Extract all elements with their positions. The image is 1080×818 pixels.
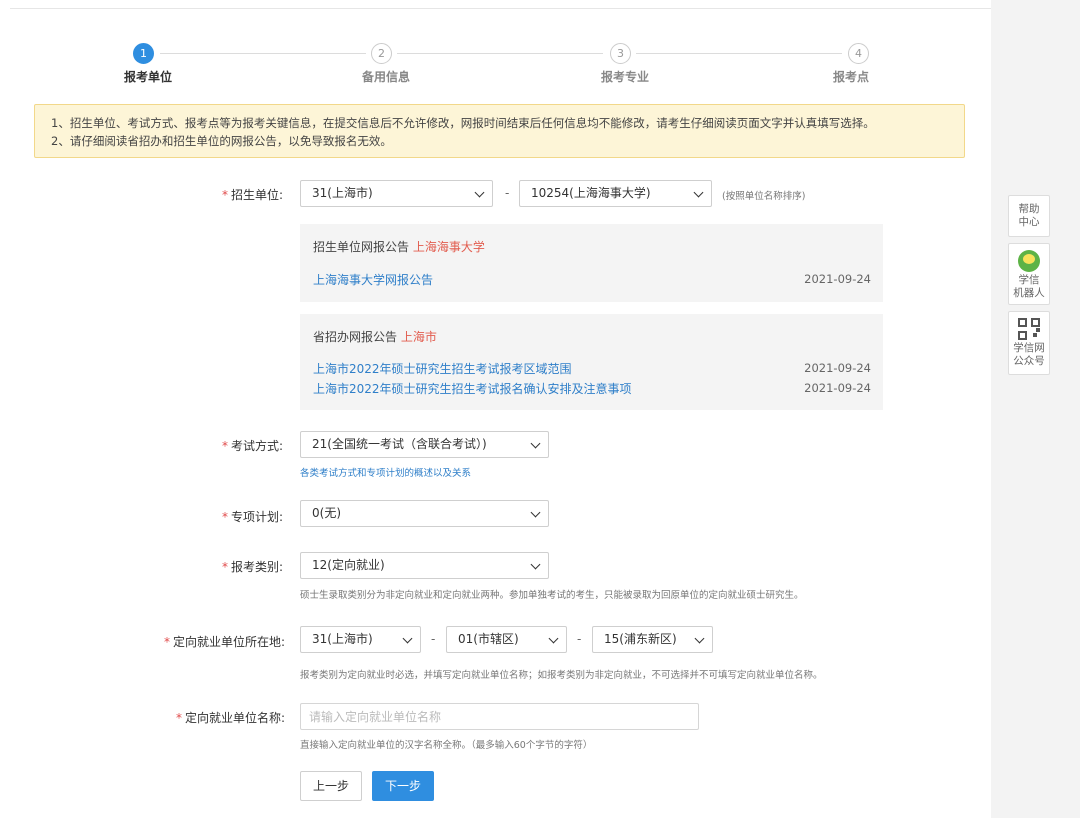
directed-city-select[interactable]: 01(市辖区) xyxy=(446,626,567,653)
special-plan-value: 0(无) xyxy=(312,506,341,520)
directed-name-label: * 定向就业单位名称: xyxy=(176,709,285,726)
directed-name-hint: 直接输入定向就业单位的汉字名称全称。（最多输入60个字节的字符） xyxy=(300,740,593,751)
required-star: * xyxy=(176,711,182,725)
chevron-down-icon xyxy=(548,633,559,644)
step-2-circle: 2 xyxy=(371,43,392,64)
special-plan-select[interactable]: 0(无) xyxy=(300,500,549,527)
chevron-down-icon xyxy=(530,507,541,518)
help-center-label-1: 帮助 xyxy=(1018,203,1040,215)
apply-type-hint: 硕士生录取类别分为非定向就业和定向就业两种。参加单独考试的考生，只能被录取为回原… xyxy=(300,590,804,601)
unit-label-text: 招生单位: xyxy=(231,188,284,202)
province-notice-panel: 省招办网报公告 上海市 上海市2022年硕士研究生招生考试报考区域范围 2021… xyxy=(300,314,883,410)
notice-line-2: 2、请仔细阅读省招办和招生单位的网报公告，以免导致报名无效。 xyxy=(51,134,392,148)
chevron-down-icon xyxy=(474,187,485,198)
unit-school-select[interactable]: 10254(上海海事大学) xyxy=(519,180,712,207)
apply-type-label-text: 报考类别: xyxy=(231,560,284,574)
province-notice-title-text: 省招办网报公告 xyxy=(313,330,398,344)
step-connector xyxy=(160,53,366,54)
required-star: * xyxy=(222,188,228,202)
step-connector xyxy=(636,53,842,54)
required-star: * xyxy=(222,560,228,574)
province-notice-date-2: 2021-09-24 xyxy=(804,381,871,395)
directed-district-value: 15(浦东新区) xyxy=(604,632,677,646)
chevron-down-icon xyxy=(530,438,541,449)
chevron-down-icon xyxy=(402,633,413,644)
chevron-down-icon xyxy=(530,559,541,570)
directed-city-value: 01(市辖区) xyxy=(458,632,519,646)
separator-dash: - xyxy=(431,632,436,646)
province-notice-link-1[interactable]: 上海市2022年硕士研究生招生考试报考区域范围 xyxy=(313,360,572,377)
unit-province-select[interactable]: 31(上海市) xyxy=(300,180,493,207)
step-1-circle: 1 xyxy=(133,43,154,64)
separator-dash: - xyxy=(505,186,510,200)
unit-notice-date: 2021-09-24 xyxy=(804,272,871,286)
notice-line-1: 1、招生单位、考试方式、报考点等为报考关键信息，在提交信息后不允许修改，网报时间… xyxy=(51,116,875,130)
exam-mode-label: * 考试方式: xyxy=(222,437,283,454)
unit-notice-title-text: 招生单位网报公告 xyxy=(313,240,410,254)
step-3-label: 报考专业 xyxy=(601,70,650,84)
step-2-label: 备用信息 xyxy=(362,70,411,84)
directed-province-select[interactable]: 31(上海市) xyxy=(300,626,421,653)
exam-mode-overview-link[interactable]: 各类考试方式和专项计划的概述以及关系 xyxy=(300,465,471,479)
step-progress: 1 2 3 4 报考单位 备用信息 报考专业 报考点 xyxy=(0,0,991,100)
apply-type-label: * 报考类别: xyxy=(222,558,283,575)
step-3-circle: 3 xyxy=(610,43,631,64)
directed-location-label: * 定向就业单位所在地: xyxy=(164,633,285,650)
province-notice-link-2[interactable]: 上海市2022年硕士研究生招生考试报名确认安排及注意事项 xyxy=(313,380,632,397)
help-center-label-2: 中心 xyxy=(1018,216,1040,228)
step-1-label: 报考单位 xyxy=(124,70,173,84)
wechat-label-2: 公众号 xyxy=(1013,355,1045,367)
main-card: 1 2 3 4 报考单位 备用信息 报考专业 报考点 1、招生单位、考试方式、报… xyxy=(0,0,991,818)
next-step-button[interactable]: 下一步 xyxy=(372,771,434,801)
robot-icon xyxy=(1018,250,1040,272)
unit-school-value: 10254(上海海事大学) xyxy=(531,186,651,200)
exam-mode-value: 21(全国统一考试（含联合考试）) xyxy=(312,437,487,451)
special-plan-label: * 专项计划: xyxy=(222,508,283,525)
unit-sort-hint: (按照单位名称排序) xyxy=(722,191,806,202)
unit-label: * 招生单位: xyxy=(222,186,283,203)
exam-mode-select[interactable]: 21(全国统一考试（含联合考试）) xyxy=(300,431,549,458)
province-notice-title-highlight: 上海市 xyxy=(400,330,437,344)
exam-mode-label-text: 考试方式: xyxy=(231,439,284,453)
special-plan-label-text: 专项计划: xyxy=(231,510,284,524)
apply-type-value: 12(定向就业) xyxy=(312,558,385,572)
unit-notice-panel: 招生单位网报公告 上海海事大学 上海海事大学网报公告 2021-09-24 xyxy=(300,224,883,302)
unit-notice-title: 招生单位网报公告 上海海事大学 xyxy=(313,238,485,255)
qr-code-icon xyxy=(1018,318,1040,340)
province-notice-date-1: 2021-09-24 xyxy=(804,361,871,375)
unit-province-value: 31(上海市) xyxy=(312,186,373,200)
directed-name-input[interactable] xyxy=(300,703,699,730)
required-star: * xyxy=(222,439,228,453)
directed-district-select[interactable]: 15(浦东新区) xyxy=(592,626,713,653)
help-center-button[interactable]: 帮助 中心 xyxy=(1008,195,1050,237)
required-star: * xyxy=(164,635,170,649)
robot-button[interactable]: 学信 机器人 xyxy=(1008,243,1050,305)
required-star: * xyxy=(222,510,228,524)
chevron-down-icon xyxy=(694,633,705,644)
step-4-circle: 4 xyxy=(848,43,869,64)
chevron-down-icon xyxy=(693,187,704,198)
prev-step-button[interactable]: 上一步 xyxy=(300,771,362,801)
unit-notice-title-highlight: 上海海事大学 xyxy=(412,240,485,254)
directed-location-hint: 报考类别为定向就业时必选，并填写定向就业单位名称；如报考类别为非定向就业，不可选… xyxy=(300,670,823,681)
apply-type-select[interactable]: 12(定向就业) xyxy=(300,552,549,579)
province-notice-title: 省招办网报公告 上海市 xyxy=(313,328,437,345)
robot-label-1: 学信 xyxy=(1018,274,1040,286)
directed-name-label-text: 定向就业单位名称: xyxy=(185,711,286,725)
step-4-label: 报考点 xyxy=(833,70,870,84)
unit-notice-link[interactable]: 上海海事大学网报公告 xyxy=(313,271,433,288)
notice-box: 1、招生单位、考试方式、报考点等为报考关键信息，在提交信息后不允许修改，网报时间… xyxy=(34,104,965,158)
robot-label-2: 机器人 xyxy=(1013,287,1045,299)
step-connector xyxy=(397,53,603,54)
directed-location-label-text: 定向就业单位所在地: xyxy=(173,635,286,649)
wechat-account-button[interactable]: 学信网 公众号 xyxy=(1008,311,1050,375)
wechat-label-1: 学信网 xyxy=(1013,342,1045,354)
directed-province-value: 31(上海市) xyxy=(312,632,373,646)
separator-dash: - xyxy=(577,632,582,646)
